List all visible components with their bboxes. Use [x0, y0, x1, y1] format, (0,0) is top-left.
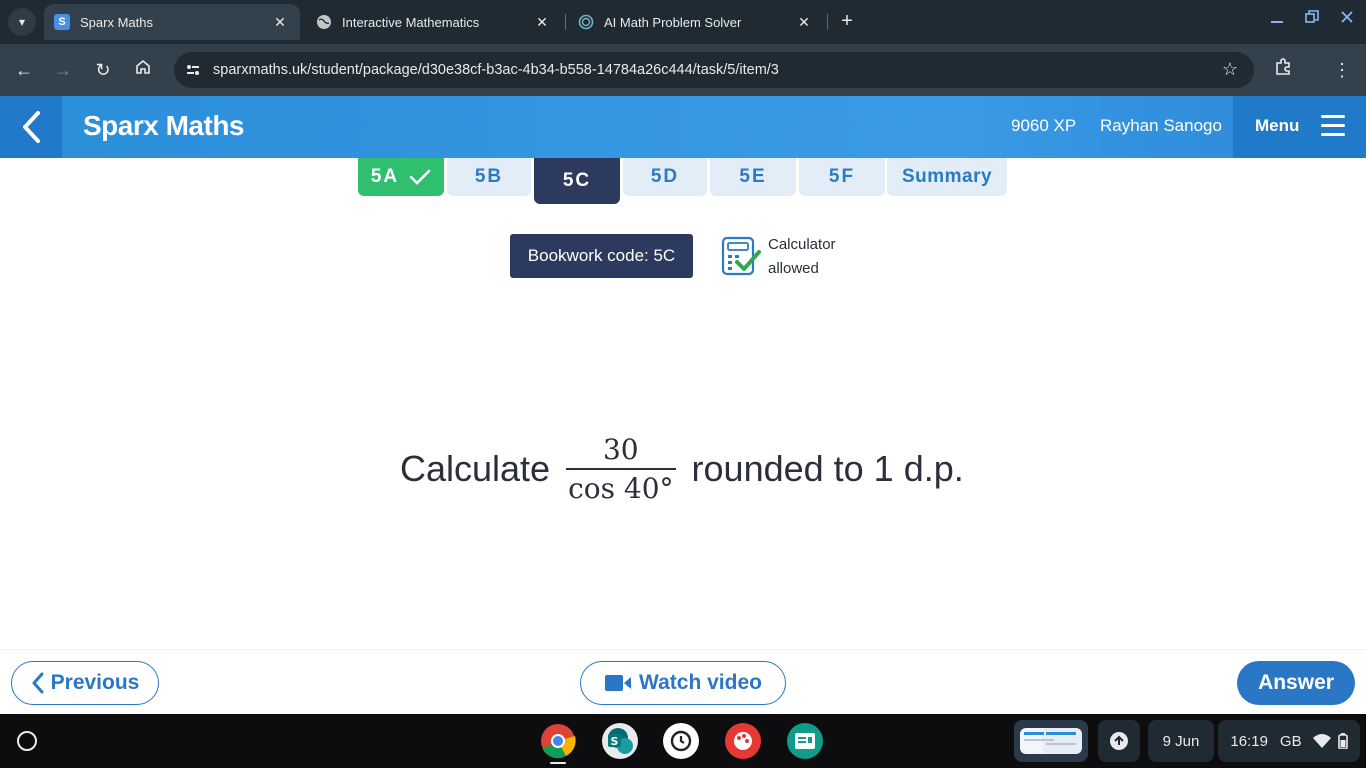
sparx-header: Sparx Maths 9060 XP Rayhan Sanogo Menu: [0, 96, 1366, 158]
task-tab-label: 5E: [739, 166, 767, 187]
calculator-allowed-text: Calculator allowed: [768, 233, 836, 281]
url-text: sparxmaths.uk/student/package/d30e38cf-b…: [213, 62, 779, 78]
timer-icon[interactable]: [663, 723, 699, 759]
tab-title: AI Math Problem Solver: [604, 14, 742, 30]
task-tab-5c[interactable]: 5C: [534, 158, 620, 204]
footer-divider: [0, 649, 1366, 650]
svg-text:S: S: [611, 735, 619, 748]
question-prefix: Calculate: [400, 448, 551, 489]
answer-label: Answer: [1258, 671, 1334, 694]
battery-icon: [1337, 733, 1348, 749]
calculator-allowed-icon: [720, 236, 762, 276]
sparx-favicon-icon: S: [54, 14, 70, 30]
tab-title: Interactive Mathematics: [342, 14, 480, 30]
watch-video-button[interactable]: Watch video: [580, 661, 786, 705]
close-tab-icon[interactable]: ✕: [270, 14, 290, 31]
tab-search-chevron-icon[interactable]: ▾: [8, 8, 36, 36]
task-tab-label: 5A: [370, 166, 400, 187]
task-tab-label: 5D: [650, 166, 680, 187]
back-arrow-icon[interactable]: ←: [12, 58, 36, 82]
answer-button[interactable]: Answer: [1237, 661, 1355, 705]
date-text: 9 Jun: [1162, 732, 1200, 750]
task-tab-label: 5B: [474, 166, 504, 187]
sharepoint-icon[interactable]: S: [602, 723, 638, 759]
task-tab-5f[interactable]: 5F: [799, 158, 885, 196]
reload-icon[interactable]: ↻: [91, 58, 115, 82]
address-bar[interactable]: sparxmaths.uk/student/package/d30e38cf-b…: [174, 52, 1254, 88]
chevron-left-icon: [32, 672, 44, 694]
classroom-icon[interactable]: [787, 723, 823, 759]
hamburger-icon: [1321, 115, 1345, 137]
previous-label: Previous: [50, 671, 140, 694]
site-info-icon[interactable]: [182, 59, 204, 81]
keyboard-layout-text: GB: [1279, 732, 1302, 750]
chevron-left-icon: [23, 111, 40, 143]
globe-icon: [316, 14, 332, 30]
xp-counter: 9060 XP: [1011, 116, 1077, 135]
forward-arrow-icon[interactable]: →: [51, 58, 75, 82]
previous-button[interactable]: Previous: [11, 661, 159, 705]
more-options-icon[interactable]: ⋮: [1330, 58, 1354, 82]
menu-button[interactable]: Menu: [1233, 96, 1366, 158]
fraction: 30 cos 40°: [566, 433, 676, 505]
active-app-indicator: [550, 762, 566, 764]
tab-sparx-maths[interactable]: S Sparx Maths ✕: [44, 4, 300, 40]
new-tab-plus-icon[interactable]: +: [836, 10, 858, 32]
sparx-logo: Sparx Maths: [83, 110, 245, 141]
close-tab-icon[interactable]: ✕: [794, 14, 814, 31]
header-back-button[interactable]: [0, 96, 62, 158]
task-tab-summary[interactable]: Summary: [887, 158, 1007, 196]
browser-tab-strip: ▾ S Sparx Maths ✕ Interactive Mathematic…: [0, 0, 1366, 44]
bookwork-code: Bookwork code: 5C: [510, 234, 693, 278]
restore-icon[interactable]: [1305, 10, 1319, 29]
tab-title: Sparx Maths: [80, 14, 153, 30]
video-camera-icon: [605, 675, 632, 691]
task-tab-label: Summary: [901, 166, 993, 187]
user-name: Rayhan Sanogo: [1100, 116, 1222, 135]
task-tab-5b[interactable]: 5B: [447, 158, 531, 196]
tab-divider: [827, 14, 828, 30]
question-suffix: rounded to 1 d.p.: [691, 448, 964, 489]
close-tab-icon[interactable]: ✕: [532, 14, 552, 31]
minimize-icon[interactable]: [1270, 10, 1284, 29]
menu-label: Menu: [1255, 116, 1300, 135]
wifi-icon: [1312, 734, 1331, 748]
fraction-denominator: cos 40°: [568, 472, 674, 505]
window-previews-thumbnail[interactable]: [1014, 720, 1088, 762]
tab-interactive-mathematics[interactable]: Interactive Mathematics ✕: [306, 4, 562, 40]
fraction-numerator: 30: [602, 433, 639, 466]
task-tab-5a[interactable]: 5A: [358, 158, 444, 196]
checkmark-icon: [409, 169, 431, 185]
launcher-icon[interactable]: [17, 731, 37, 751]
calculator-line-2: allowed: [768, 260, 819, 277]
upload-status-icon[interactable]: [1098, 720, 1140, 762]
task-tab-5d[interactable]: 5D: [623, 158, 707, 196]
question-text: Calculate 30 cos 40° rounded to 1 d.p.: [400, 433, 964, 505]
bookmark-star-icon[interactable]: ☆: [1222, 59, 1238, 80]
os-shelf: S 9 Jun 16:19 GB: [0, 714, 1366, 768]
task-tab-5e[interactable]: 5E: [710, 158, 796, 196]
browser-toolbar: ← → ↻ sparxmaths.uk/student/package/d30e…: [0, 44, 1366, 96]
canvas-paint-icon[interactable]: [725, 723, 761, 759]
chrome-icon[interactable]: [540, 723, 576, 759]
ring-icon: [578, 14, 594, 30]
calculator-line-1: Calculator: [768, 236, 836, 253]
extensions-puzzle-icon[interactable]: [1272, 57, 1296, 81]
task-tab-label: 5F: [828, 166, 856, 187]
date-display[interactable]: 9 Jun: [1148, 720, 1214, 762]
task-tab-label: 5C: [562, 170, 592, 191]
status-tray[interactable]: 16:19 GB: [1218, 720, 1360, 762]
home-icon[interactable]: [131, 58, 155, 82]
tab-divider: [565, 14, 566, 30]
tab-ai-math-problem-solver[interactable]: AI Math Problem Solver ✕: [568, 4, 824, 40]
close-window-icon[interactable]: [1340, 10, 1354, 29]
watch-video-label: Watch video: [639, 671, 762, 694]
clock-text: 16:19: [1230, 732, 1268, 750]
